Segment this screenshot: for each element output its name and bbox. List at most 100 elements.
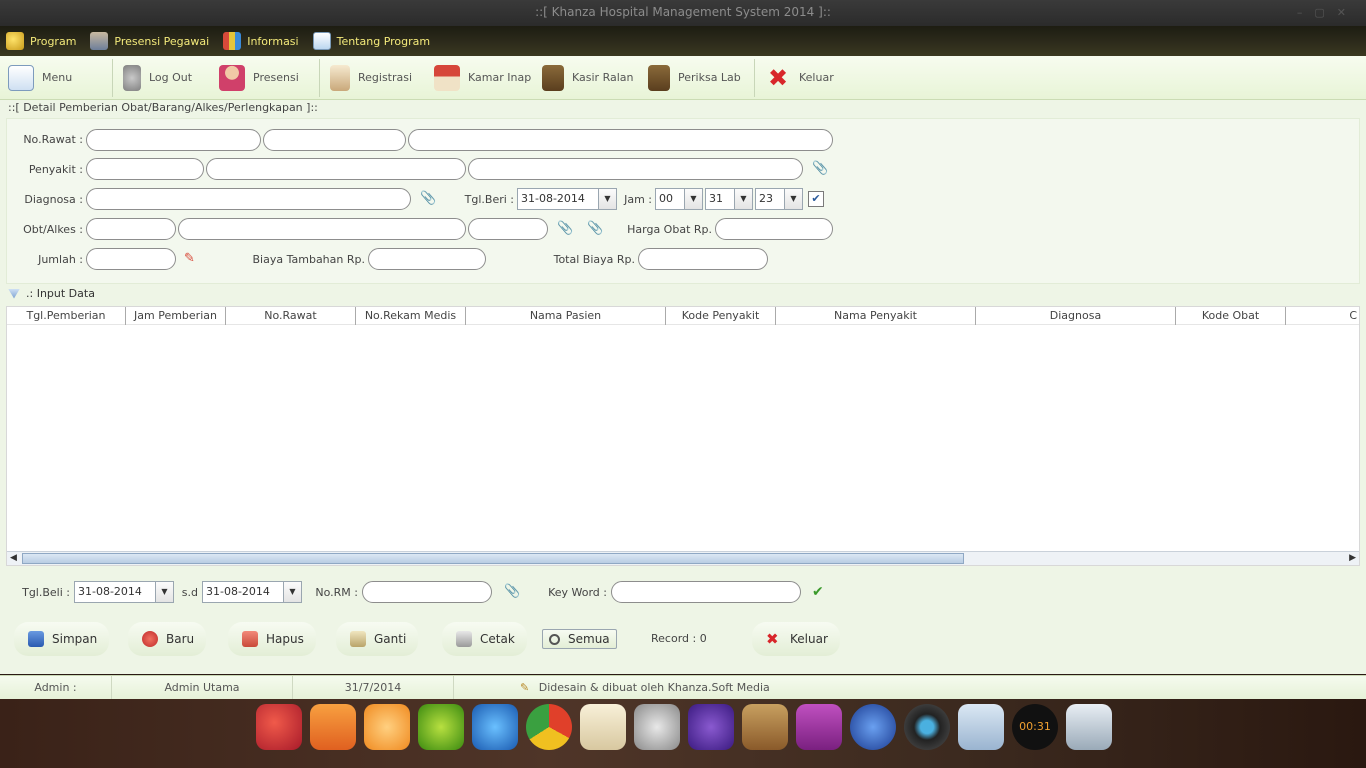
toolbar-registrasi-button[interactable]: Registrasi bbox=[330, 56, 434, 100]
baru-label: Baru bbox=[166, 632, 195, 646]
toolbar-logout-button[interactable]: Log Out bbox=[123, 56, 219, 100]
menu-presensi-pegawai[interactable]: Presensi Pegawai bbox=[90, 32, 209, 50]
harga-obat-input[interactable] bbox=[715, 218, 833, 240]
edit-icon bbox=[350, 631, 366, 647]
column-kode-obat[interactable]: Kode Obat bbox=[1176, 307, 1286, 325]
registration-icon bbox=[330, 64, 350, 91]
toolbar-menu-button[interactable]: Menu bbox=[8, 56, 102, 100]
network-icon[interactable] bbox=[850, 704, 896, 750]
nama-obat-input[interactable] bbox=[178, 218, 466, 240]
chevron-down-icon[interactable]: ▼ bbox=[598, 189, 616, 209]
semua-button[interactable]: Semua bbox=[542, 629, 617, 649]
input-data-label: .: Input Data bbox=[26, 287, 95, 300]
tgl-from-select[interactable]: 31-08-2014 ▼ bbox=[74, 581, 174, 603]
globe-icon[interactable] bbox=[472, 704, 518, 750]
files-icon[interactable] bbox=[310, 704, 356, 750]
webcam-icon[interactable] bbox=[958, 704, 1004, 750]
chevron-down-icon[interactable]: ▼ bbox=[784, 189, 802, 209]
column-tgl-pemberian[interactable]: Tgl.Pemberian bbox=[7, 307, 126, 325]
chrome-icon[interactable] bbox=[526, 704, 572, 750]
video-icon[interactable] bbox=[796, 704, 842, 750]
contacts-icon[interactable] bbox=[742, 704, 788, 750]
tgl-to-select[interactable]: 31-08-2014 ▼ bbox=[202, 581, 302, 603]
toolbar-keluar-button[interactable]: ✖ Keluar bbox=[765, 56, 845, 100]
jam-auto-checkbox[interactable]: ✔ bbox=[808, 191, 824, 207]
toolbar-kamar-inap-button[interactable]: Kamar Inap bbox=[434, 56, 542, 100]
chevron-down-icon[interactable]: ▼ bbox=[283, 582, 301, 602]
menu-tentang-program[interactable]: Tentang Program bbox=[312, 32, 430, 50]
kode-penyakit-input[interactable] bbox=[86, 158, 204, 180]
calculate-icon[interactable]: ✎ bbox=[184, 252, 198, 266]
music-icon[interactable] bbox=[418, 704, 464, 750]
nama-pasien-input[interactable] bbox=[408, 129, 833, 151]
simpan-button[interactable]: Simpan bbox=[14, 622, 110, 656]
keluar-button[interactable]: ✖ Keluar bbox=[752, 622, 840, 656]
column-kode-penyakit[interactable]: Kode Penyakit bbox=[666, 307, 776, 325]
no-rm-input[interactable] bbox=[362, 581, 492, 603]
toolbar-kasir-ralan-button[interactable]: Kasir Ralan bbox=[542, 56, 648, 100]
total-biaya-input[interactable] bbox=[638, 248, 768, 270]
toolbar-separator bbox=[112, 58, 113, 97]
column-jam-pemberian[interactable]: Jam Pemberian bbox=[126, 307, 226, 325]
jam-minute-select[interactable]: 31 ▼ bbox=[705, 188, 753, 210]
scrollbar-thumb[interactable] bbox=[22, 553, 964, 564]
jam-hour-select[interactable]: 00 ▼ bbox=[655, 188, 703, 210]
cetak-button[interactable]: Cetak bbox=[442, 622, 527, 656]
search-check-icon[interactable]: ✔ bbox=[812, 585, 826, 599]
keyword-input[interactable] bbox=[611, 581, 801, 603]
hapus-button[interactable]: Hapus bbox=[228, 622, 316, 656]
table-header: Tgl.Pemberian Jam Pemberian No.Rawat No.… bbox=[7, 307, 1359, 325]
mail-icon[interactable] bbox=[580, 704, 626, 750]
input-data-toggle[interactable]: .: Input Data bbox=[8, 287, 95, 300]
recycle-icon[interactable] bbox=[1066, 704, 1112, 750]
toolbar-presensi-button[interactable]: Presensi bbox=[219, 56, 309, 100]
kode-obat-input[interactable] bbox=[86, 218, 176, 240]
tgl-beri-select[interactable]: 31-08-2014 ▼ bbox=[517, 188, 617, 210]
baru-button[interactable]: Baru bbox=[128, 622, 207, 656]
horizontal-scrollbar[interactable]: ◀ ▶ bbox=[7, 551, 1359, 565]
biaya-tambahan-input[interactable] bbox=[368, 248, 486, 270]
penyakit-detail-input[interactable] bbox=[468, 158, 803, 180]
diagnosa-input[interactable] bbox=[86, 188, 411, 210]
penyakit-lookup-icon[interactable]: 📎 bbox=[812, 162, 828, 176]
data-table[interactable]: Tgl.Pemberian Jam Pemberian No.Rawat No.… bbox=[6, 306, 1360, 566]
no-rawat-input[interactable] bbox=[86, 129, 261, 151]
save-icon bbox=[28, 631, 44, 647]
column-no-rekam-medis[interactable]: No.Rekam Medis bbox=[356, 307, 466, 325]
window-controls[interactable]: –▢✕ bbox=[1297, 0, 1358, 25]
record-count: Record : 0 bbox=[651, 632, 707, 645]
scroll-left-icon[interactable]: ◀ bbox=[10, 552, 17, 565]
no-rm-lookup-icon[interactable]: 📎 bbox=[504, 585, 520, 599]
column-nama-pasien[interactable]: Nama Pasien bbox=[466, 307, 666, 325]
column-diagnosa[interactable]: Diagnosa bbox=[976, 307, 1176, 325]
obat-lookup-alt-icon[interactable]: 📎 bbox=[587, 222, 603, 236]
clock-icon[interactable]: 00:31 bbox=[1012, 704, 1058, 750]
ganti-button[interactable]: Ganti bbox=[336, 622, 419, 656]
settings-icon[interactable] bbox=[634, 704, 680, 750]
satuan-obat-input[interactable] bbox=[468, 218, 548, 240]
nama-penyakit-input[interactable] bbox=[206, 158, 466, 180]
chevron-down-icon[interactable]: ▼ bbox=[155, 582, 173, 602]
column-no-rawat[interactable]: No.Rawat bbox=[226, 307, 356, 325]
tgl-beri-label: Tgl.Beri : bbox=[464, 193, 514, 206]
menu-program[interactable]: Program bbox=[6, 32, 76, 50]
tgl-from-value: 31-08-2014 bbox=[78, 585, 142, 598]
scroll-right-icon[interactable]: ▶ bbox=[1349, 552, 1356, 565]
jam-second-select[interactable]: 23 ▼ bbox=[755, 188, 803, 210]
rocket-icon[interactable] bbox=[256, 704, 302, 750]
obat-lookup-icon[interactable]: 📎 bbox=[557, 222, 573, 236]
chevron-down-icon[interactable]: ▼ bbox=[734, 189, 752, 209]
tgl-beri-value: 31-08-2014 bbox=[521, 192, 585, 205]
toolbar-periksa-lab-button[interactable]: Periksa Lab bbox=[648, 56, 744, 100]
chevron-down-icon[interactable]: ▼ bbox=[684, 189, 702, 209]
column-nama-penyakit[interactable]: Nama Penyakit bbox=[776, 307, 976, 325]
jumlah-input[interactable] bbox=[86, 248, 176, 270]
no-rekam-medis-input[interactable] bbox=[263, 129, 406, 151]
disk-icon[interactable] bbox=[688, 704, 734, 750]
jumlah-label: Jumlah : bbox=[38, 253, 83, 266]
menu-informasi[interactable]: Informasi bbox=[223, 32, 299, 50]
camera-icon[interactable] bbox=[904, 704, 950, 750]
target-icon[interactable] bbox=[364, 704, 410, 750]
column-next[interactable]: C bbox=[1286, 307, 1359, 325]
diagnosa-lookup-icon[interactable]: 📎 bbox=[420, 192, 436, 206]
